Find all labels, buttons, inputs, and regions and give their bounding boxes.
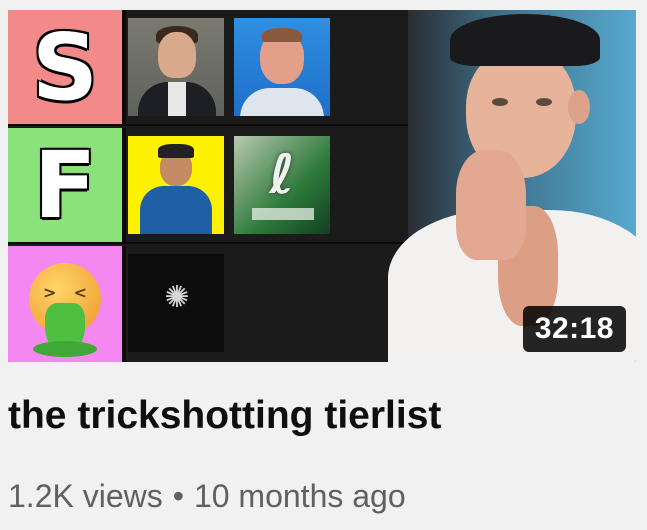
upload-age: 10 months ago [193, 478, 406, 514]
tier-list-grid: S F ℓ > < ✺ [8, 10, 418, 362]
duration-badge: 32:18 [522, 306, 626, 352]
video-thumbnail[interactable]: S F ℓ > < ✺ 32:18 [8, 10, 636, 362]
tier-row-s: S [8, 10, 418, 126]
avatar [128, 18, 224, 116]
tier-items-f: ℓ [128, 136, 330, 234]
tier-label-s: S [8, 10, 126, 124]
tier-row-vomit: > < ✺ [8, 246, 418, 362]
separator-dot: • [172, 478, 184, 514]
tier-label-f: F [8, 128, 126, 242]
video-card[interactable]: S F ℓ > < ✺ 32:18 the trickshotting tier… [0, 0, 647, 530]
tier-items-vomit: ✺ [128, 254, 224, 352]
video-metadata: 1.2K views • 10 months ago [8, 478, 406, 515]
avatar [128, 136, 224, 234]
tier-items-s [128, 18, 330, 116]
channel-logo-icon: ✺ [128, 254, 224, 352]
tier-row-f: F ℓ [8, 128, 418, 244]
avatar [234, 18, 330, 116]
tier-label-vomit: > < [8, 246, 126, 362]
vomiting-face-icon: > < [29, 263, 101, 357]
video-title[interactable]: the trickshotting tierlist [8, 394, 441, 438]
channel-logo-icon: ℓ [234, 136, 330, 234]
view-count: 1.2K views [8, 478, 163, 514]
